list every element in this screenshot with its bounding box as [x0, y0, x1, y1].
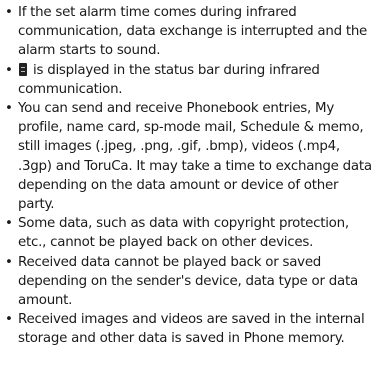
note-text: is displayed in the status bar during in…	[18, 62, 320, 97]
bullet-marker: •	[5, 62, 13, 78]
note-item: • is displayed in the status bar during …	[5, 61, 377, 99]
note-item: • Some data, such as data with copyright…	[5, 214, 377, 252]
infrared-status-icon	[19, 62, 27, 76]
note-text: Some data, such as data with copyright p…	[18, 216, 349, 251]
note-text: You can send and receive Phonebook entri…	[18, 101, 372, 213]
document-page: • If the set alarm time comes during inf…	[0, 0, 381, 384]
note-item: • Received data cannot be played back or…	[5, 253, 377, 311]
bullet-marker: •	[5, 254, 13, 270]
note-item: • You can send and receive Phonebook ent…	[5, 99, 377, 214]
note-text: Received images and videos are saved in …	[18, 312, 365, 347]
bullet-marker: •	[5, 5, 13, 20]
bullet-marker: •	[5, 216, 13, 232]
note-text: Received data cannot be played back or s…	[18, 254, 358, 309]
note-text: If the set alarm time comes during infra…	[18, 5, 368, 59]
note-item: • If the set alarm time comes during inf…	[5, 3, 377, 61]
note-item: • Received images and videos are saved i…	[5, 310, 377, 348]
bullet-marker: •	[5, 312, 13, 328]
bullet-marker: •	[5, 101, 13, 117]
notes-list: • If the set alarm time comes during inf…	[5, 3, 377, 349]
